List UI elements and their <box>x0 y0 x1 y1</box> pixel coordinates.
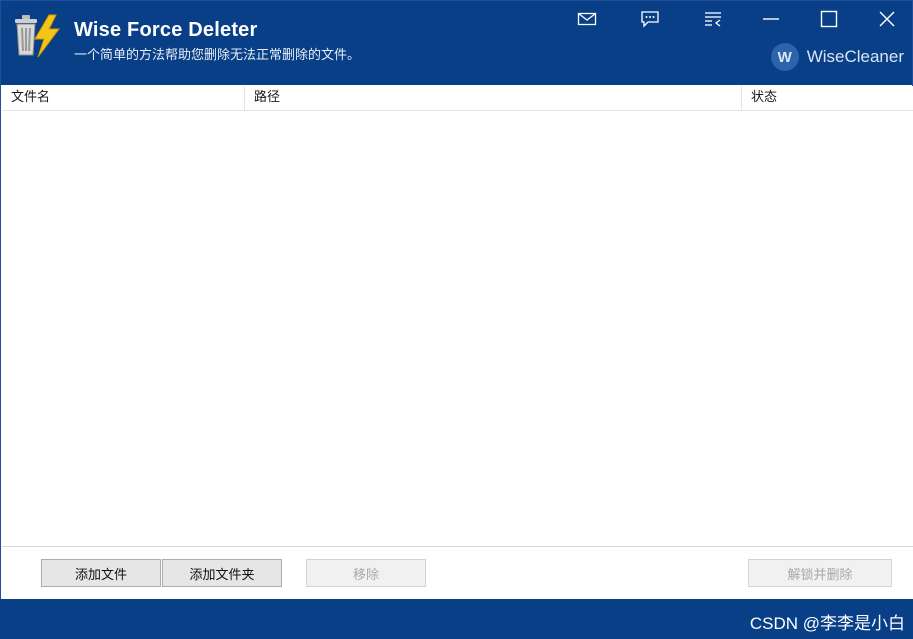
app-subtitle: 一个简单的方法帮助您删除无法正常删除的文件。 <box>74 48 361 63</box>
status-footer: CSDN @李李是小白 <box>0 599 913 639</box>
add-file-button[interactable]: 添加文件 <box>41 559 161 587</box>
brand-name: WiseCleaner <box>806 47 904 66</box>
wisecleaner-logo[interactable]: W WiseCleaner <box>770 43 904 71</box>
wisecleaner-badge-icon: W <box>770 43 799 71</box>
file-list[interactable] <box>2 111 913 547</box>
menu-icon[interactable] <box>693 5 733 33</box>
column-header-filename[interactable]: 文件名 <box>2 86 245 110</box>
watermark-text: CSDN @李李是小白 <box>749 614 905 633</box>
file-table-header: 文件名 路径 状态 <box>2 86 913 111</box>
feedback-icon[interactable] <box>630 5 670 33</box>
column-header-path[interactable]: 路径 <box>245 86 742 110</box>
trash-lightning-icon <box>11 13 67 59</box>
remove-button[interactable]: 移除 <box>306 559 426 587</box>
app-window: Wise Force Deleter 一个简单的方法帮助您删除无法正常删除的文件… <box>0 0 913 639</box>
close-icon[interactable] <box>867 5 907 33</box>
maximize-icon[interactable] <box>809 5 849 33</box>
minimize-icon[interactable] <box>751 5 791 33</box>
title-bar: Wise Force Deleter 一个简单的方法帮助您删除无法正常删除的文件… <box>1 1 912 85</box>
action-bar: 添加文件 添加文件夹 移除 解锁并删除 <box>2 547 913 600</box>
mail-icon[interactable] <box>567 5 607 33</box>
unlock-and-delete-button[interactable]: 解锁并删除 <box>748 559 892 587</box>
column-header-status[interactable]: 状态 <box>742 86 913 110</box>
add-folder-button[interactable]: 添加文件夹 <box>162 559 282 587</box>
app-title: Wise Force Deleter <box>74 19 258 41</box>
